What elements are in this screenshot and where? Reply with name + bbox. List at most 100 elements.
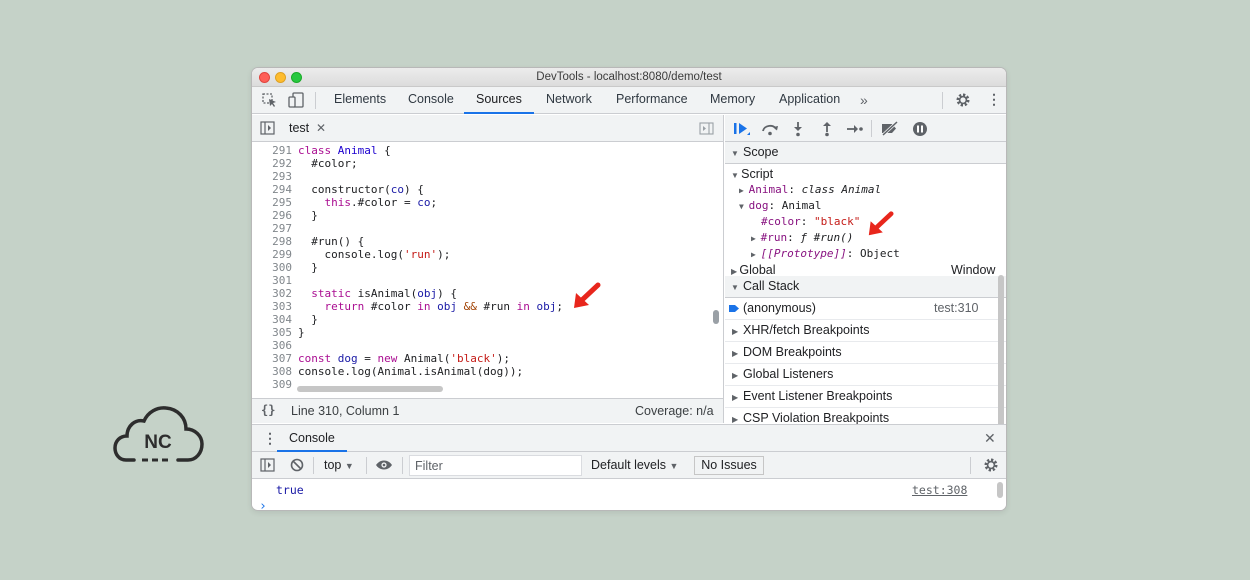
clear-console-icon[interactable] xyxy=(290,458,304,472)
step-over-icon[interactable] xyxy=(761,122,779,136)
call-frame-row[interactable]: (anonymous) test:310 xyxy=(725,298,1006,320)
console-settings-gear-icon[interactable] xyxy=(983,457,999,473)
device-toolbar-icon[interactable] xyxy=(288,92,304,108)
line-number[interactable]: 296 xyxy=(252,209,292,222)
close-window-button[interactable] xyxy=(259,72,270,83)
pretty-print-icon[interactable]: {} xyxy=(261,403,275,417)
issues-button[interactable]: No Issues xyxy=(694,456,764,475)
scope-script-row[interactable]: ▼ Script xyxy=(731,167,773,183)
console-output: true test:308 › xyxy=(252,479,1006,510)
console-prompt-icon[interactable]: › xyxy=(259,499,267,510)
scope-tree: ▼ Script ▶ Animal: class Animal ▼ dog: A… xyxy=(725,164,1006,277)
code-editor[interactable]: 291 292 293 294 295 296 297 298 299 300 301 302 303 3… xyxy=(252,142,723,398)
call-stack-header[interactable]: ▼ Call Stack xyxy=(725,276,1006,298)
console-toolbar: top ▼ Filter Default levels ▼ No Issues xyxy=(252,452,1006,479)
line-number[interactable]: 305 xyxy=(252,326,292,339)
dom-breakpoints-header[interactable]: ▶ DOM Breakpoints xyxy=(725,342,1006,364)
expand-triangle-icon: ▼ xyxy=(731,283,739,292)
line-number[interactable]: 293 xyxy=(252,170,292,183)
line-number[interactable]: 306 xyxy=(252,339,292,352)
scope-header[interactable]: ▼ Scope xyxy=(725,142,1006,164)
coverage-status: Coverage: n/a xyxy=(635,404,714,418)
console-drawer: ⋮ Console ✕ top ▼ Filter Default levels … xyxy=(252,424,1006,510)
red-arrow-annotation xyxy=(574,282,601,308)
toggle-navigator-icon[interactable] xyxy=(260,121,275,135)
svg-text:NC: NC xyxy=(144,432,172,453)
context-selector[interactable]: top ▼ xyxy=(324,458,354,472)
scope-color-row[interactable]: #color: "black" xyxy=(761,215,860,229)
step-out-icon[interactable] xyxy=(821,121,833,137)
window-title: DevTools - localhost:8080/demo/test xyxy=(536,71,722,83)
line-number[interactable]: 303 xyxy=(252,300,292,313)
panel-tab-bar: Elements Console Sources Network Perform… xyxy=(252,87,1006,114)
debugger-sidebar: ▼ Scope ▼ Script ▶ Animal: class Animal … xyxy=(725,115,1006,475)
line-number[interactable]: 298 xyxy=(252,235,292,248)
line-number[interactable]: 294 xyxy=(252,183,292,196)
zoom-window-button[interactable] xyxy=(291,72,302,83)
scope-title: Scope xyxy=(743,145,779,159)
toggle-debugger-icon[interactable] xyxy=(699,122,714,135)
drawer-header: ⋮ Console ✕ xyxy=(252,425,1006,452)
editor-status-bar: {} Line 310, Column 1 Coverage: n/a xyxy=(252,398,723,423)
deactivate-breakpoints-icon[interactable] xyxy=(880,121,900,136)
xhr-breakpoints-header[interactable]: ▶ XHR/fetch Breakpoints xyxy=(725,320,1006,342)
line-number[interactable]: 307 xyxy=(252,352,292,365)
vertical-scrollbar[interactable] xyxy=(713,310,719,324)
line-number[interactable]: 299 xyxy=(252,248,292,261)
call-frame-name: (anonymous) xyxy=(743,301,816,315)
tab-application[interactable]: Application xyxy=(779,87,840,114)
more-tabs-icon[interactable]: » xyxy=(860,93,868,107)
drawer-menu-icon[interactable]: ⋮ xyxy=(263,431,277,445)
line-number[interactable]: 300 xyxy=(252,261,292,274)
scope-dog-row[interactable]: ▼ dog: Animal xyxy=(739,199,822,214)
tab-console[interactable]: Console xyxy=(408,87,454,114)
close-drawer-icon[interactable]: ✕ xyxy=(984,431,996,445)
filter-input[interactable]: Filter xyxy=(409,455,582,476)
line-number[interactable]: 292 xyxy=(252,157,292,170)
tab-sources[interactable]: Sources xyxy=(464,87,534,114)
line-number[interactable]: 308 xyxy=(252,365,292,378)
kebab-menu-icon[interactable]: ⋮ xyxy=(987,92,1001,106)
global-listeners-header[interactable]: ▶ Global Listeners xyxy=(725,364,1006,386)
tab-elements[interactable]: Elements xyxy=(334,87,386,114)
line-number[interactable]: 295 xyxy=(252,196,292,209)
current-frame-arrow-icon xyxy=(729,305,739,312)
title-bar: DevTools - localhost:8080/demo/test xyxy=(252,68,1006,87)
pause-on-exceptions-icon[interactable] xyxy=(912,121,928,137)
nc-cloud-logo: NC xyxy=(113,406,204,462)
horizontal-scrollbar[interactable] xyxy=(297,386,443,392)
call-frame-location: test:310 xyxy=(934,301,979,315)
line-number[interactable]: 301 xyxy=(252,274,292,287)
line-number[interactable]: 297 xyxy=(252,222,292,235)
tab-performance[interactable]: Performance xyxy=(616,87,688,114)
settings-gear-icon[interactable] xyxy=(955,92,971,108)
tab-network[interactable]: Network xyxy=(546,87,592,114)
step-icon[interactable] xyxy=(846,123,864,135)
line-numbers: 291 292 293 294 295 296 297 298 299 300 301 302 303 3… xyxy=(252,144,292,391)
scope-prototype-row[interactable]: ▶ [[Prototype]]: Object xyxy=(751,247,900,262)
show-sidebar-icon[interactable] xyxy=(260,458,275,472)
drawer-tab-console[interactable]: Console xyxy=(289,431,335,445)
line-number[interactable]: 304 xyxy=(252,313,292,326)
close-file-tab-icon[interactable]: ✕ xyxy=(316,122,326,134)
inspect-element-icon[interactable] xyxy=(262,93,277,108)
log-levels-dropdown[interactable]: Default levels ▼ xyxy=(591,458,678,472)
console-message-source-link[interactable]: test:308 xyxy=(912,483,967,497)
live-expression-eye-icon[interactable] xyxy=(375,459,393,471)
file-tab-bar: test ✕ xyxy=(252,115,723,142)
scope-run-row[interactable]: ▶ #run: ƒ #run() xyxy=(751,231,853,246)
file-tab-test[interactable]: test xyxy=(289,121,309,135)
scope-animal-row[interactable]: ▶ Animal: class Animal xyxy=(739,183,881,198)
tab-memory[interactable]: Memory xyxy=(710,87,755,114)
minimize-window-button[interactable] xyxy=(275,72,286,83)
line-number[interactable]: 291 xyxy=(252,144,292,157)
line-number[interactable]: 309 xyxy=(252,378,292,391)
resume-icon[interactable] xyxy=(733,121,751,137)
step-into-icon[interactable] xyxy=(792,121,804,137)
event-listener-breakpoints-header[interactable]: ▶ Event Listener Breakpoints xyxy=(725,386,1006,408)
expand-triangle-icon: ▼ xyxy=(731,149,739,158)
console-scrollbar[interactable] xyxy=(997,482,1003,498)
devtools-window: DevTools - localhost:8080/demo/test Elem… xyxy=(251,67,1007,511)
dropdown-caret-icon: ▼ xyxy=(344,461,354,471)
line-number[interactable]: 302 xyxy=(252,287,292,300)
